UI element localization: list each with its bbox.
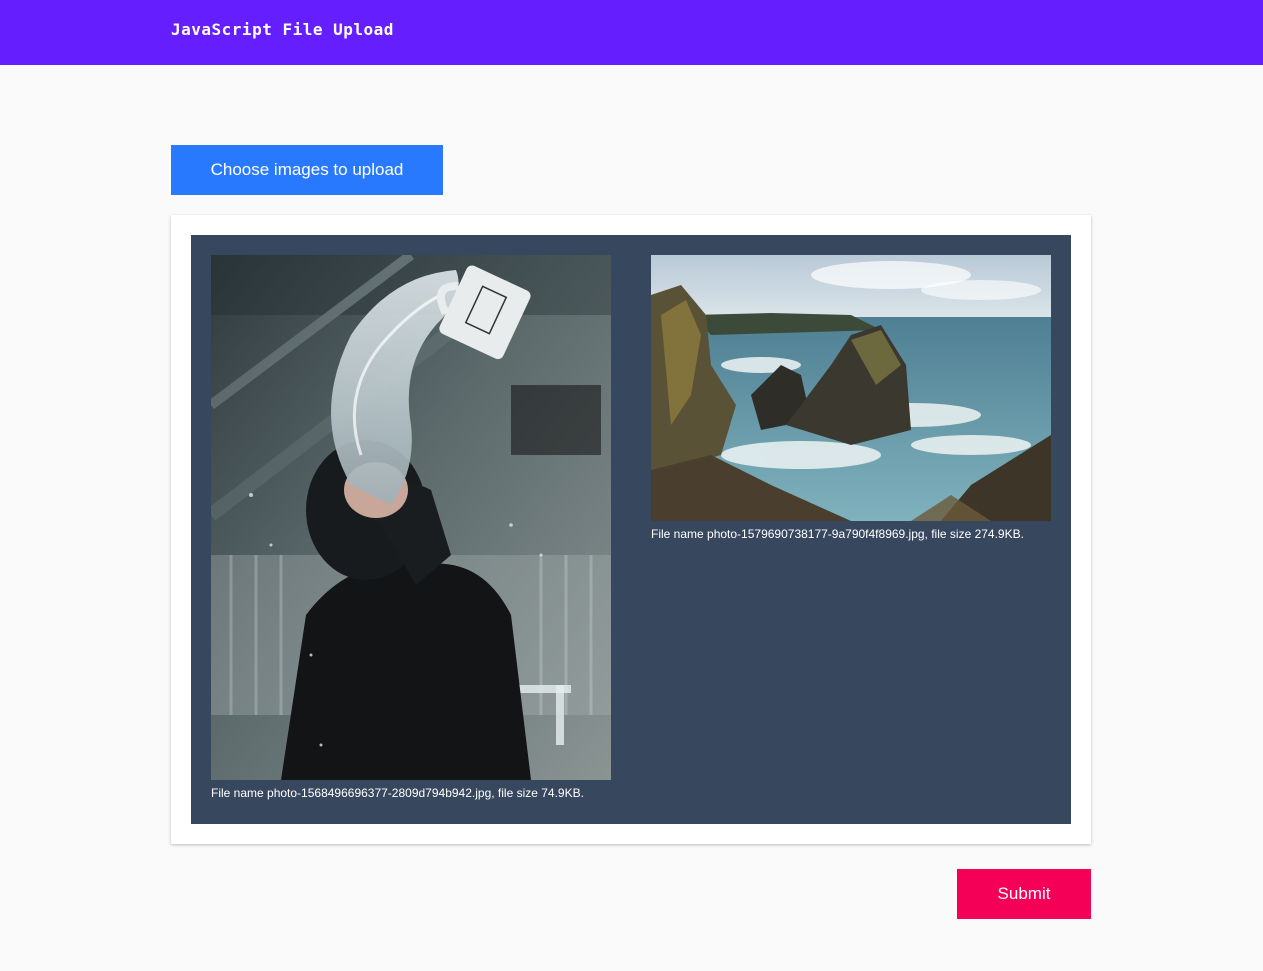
preview-image-water-mug <box>211 255 611 780</box>
preview-item: File name photo-1568496696377-2809d794b9… <box>211 255 611 800</box>
file-info-caption: File name photo-1568496696377-2809d794b9… <box>211 786 584 800</box>
app-title: JavaScript File Upload <box>171 20 394 39</box>
photo-water-mug-icon <box>211 255 611 780</box>
photo-coastal-cliffs-icon <box>651 255 1051 521</box>
upload-card: File name photo-1568496696377-2809d794b9… <box>171 215 1091 844</box>
submit-button[interactable]: Submit <box>957 869 1091 919</box>
preview-item: File name photo-1579690738177-9a790f4f89… <box>651 255 1051 541</box>
preview-container: File name photo-1568496696377-2809d794b9… <box>191 235 1071 824</box>
file-info-caption: File name photo-1579690738177-9a790f4f89… <box>651 527 1024 541</box>
app-header: JavaScript File Upload <box>0 0 1263 65</box>
preview-image-coastal-cliffs <box>651 255 1051 521</box>
choose-images-button[interactable]: Choose images to upload <box>171 145 443 195</box>
